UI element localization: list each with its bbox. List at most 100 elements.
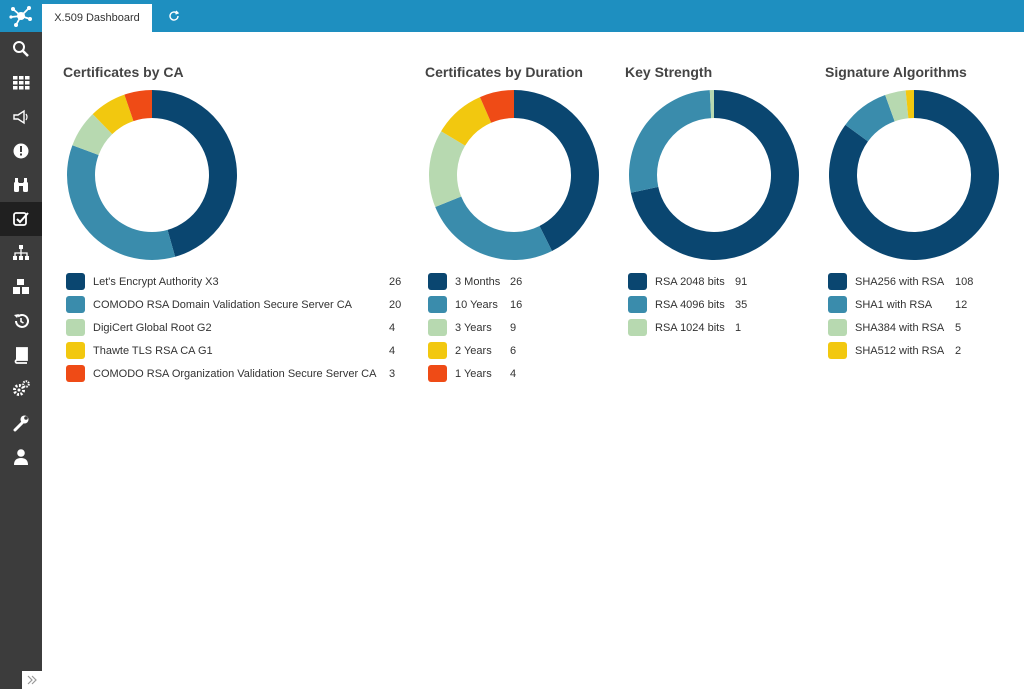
panel-title: Signature Algorithms [825, 64, 967, 80]
tab-x509-dashboard[interactable]: X.509 Dashboard [42, 4, 152, 32]
legend-label: 3 Years [455, 321, 492, 334]
legend-swatch [66, 296, 85, 313]
legend-item[interactable]: 1 Years 4 [428, 362, 528, 385]
sidebar-item-grid[interactable] [0, 66, 42, 100]
legend-item[interactable]: Let's Encrypt Authority X3 26 [66, 270, 401, 293]
legend-item[interactable]: 2 Years 6 [428, 339, 528, 362]
legend-swatch [428, 365, 447, 382]
book-icon [14, 347, 28, 364]
sidebar-item-wrench[interactable] [0, 406, 42, 440]
cubes-icon [13, 279, 29, 294]
history-icon [14, 313, 29, 328]
grid-icon [13, 76, 30, 90]
sidebar-item-sitemap[interactable] [0, 236, 42, 270]
panel-title: Certificates by Duration [425, 64, 583, 80]
chart-legend: 3 Months 26 10 Years 16 3 Years 9 2 Years 6 1 Ye… [428, 270, 528, 385]
sidebar-item-user[interactable] [0, 440, 42, 474]
legend-item[interactable]: SHA512 with RSA 2 [828, 339, 968, 362]
binoculars-icon [14, 178, 28, 192]
sitemap-icon [13, 245, 29, 260]
legend-label: DigiCert Global Root G2 [93, 321, 212, 334]
legend-label: SHA512 with RSA [855, 344, 945, 357]
donut-slice[interactable] [435, 196, 553, 260]
sidebar-item-cogs[interactable] [0, 372, 42, 406]
donut-slice[interactable] [67, 145, 176, 260]
donut-chart [429, 90, 599, 260]
legend-item[interactable]: Thawte TLS RSA CA G1 4 [66, 339, 401, 362]
sidebar-item-megaphone[interactable] [0, 100, 42, 134]
legend-count: 12 [955, 298, 968, 311]
sidebar-nav [0, 32, 42, 474]
legend-label: Thawte TLS RSA CA G1 [93, 344, 213, 357]
legend-item[interactable]: RSA 4096 bits 35 [628, 293, 748, 316]
legend-item[interactable]: SHA256 with RSA 108 [828, 270, 973, 293]
legend-label: RSA 2048 bits [655, 275, 725, 288]
legend-item[interactable]: SHA384 with RSA 5 [828, 316, 968, 339]
legend-swatch [828, 342, 847, 359]
legend-label: RSA 1024 bits [655, 321, 725, 334]
sidebar-item-search[interactable] [0, 32, 42, 66]
donut-slice[interactable] [429, 131, 466, 208]
sidebar-item-history[interactable] [0, 304, 42, 338]
legend-label: COMODO RSA Organization Validation Secur… [93, 367, 377, 380]
sidebar-item-book[interactable] [0, 338, 42, 372]
legend-swatch [428, 296, 447, 313]
panel-certificates-by-ca: Certificates by CA Let's Encrypt Authori… [63, 60, 401, 382]
double-chevron-right-icon [27, 675, 37, 685]
legend-label: 2 Years [455, 344, 492, 357]
legend-swatch [428, 273, 447, 290]
legend-item[interactable]: 3 Months 26 [428, 270, 528, 293]
cogs-icon [13, 380, 30, 396]
legend-item[interactable]: SHA1 with RSA 12 [828, 293, 968, 316]
alert-icon [13, 143, 29, 159]
panel-title: Key Strength [625, 64, 713, 80]
legend-item[interactable]: 3 Years 9 [428, 316, 528, 339]
expand-sidebar-button[interactable] [22, 671, 42, 689]
legend-label: 1 Years [455, 367, 492, 380]
legend-item[interactable]: DigiCert Global Root G2 4 [66, 316, 401, 339]
legend-count: 4 [389, 344, 396, 357]
app-logo[interactable] [0, 0, 42, 32]
donut-chart [67, 90, 237, 260]
sidebar [0, 0, 42, 689]
legend-count: 1 [735, 321, 742, 334]
panel-key-strength: Key Strength RSA 2048 bits 91 RSA 4096 bit… [625, 60, 799, 336]
donut-slice[interactable] [629, 90, 712, 193]
legend-item[interactable]: RSA 2048 bits 91 [628, 270, 748, 293]
legend-label: SHA1 with RSA [855, 298, 933, 311]
sidebar-item-binoculars[interactable] [0, 168, 42, 202]
legend-swatch [66, 365, 85, 382]
legend-swatch [828, 319, 847, 336]
sidebar-item-checkbox[interactable] [0, 202, 42, 236]
donut-chart [829, 90, 999, 260]
legend-swatch [428, 342, 447, 359]
legend-label: COMODO RSA Domain Validation Secure Serv… [93, 298, 352, 311]
refresh-button[interactable] [166, 8, 182, 24]
donut-slice[interactable] [514, 90, 599, 252]
legend-count: 3 [389, 367, 396, 380]
sidebar-item-alert[interactable] [0, 134, 42, 168]
chart-legend: RSA 2048 bits 91 RSA 4096 bits 35 RSA 1024 b… [628, 270, 748, 339]
legend-count: 108 [955, 275, 974, 288]
top-bar: X.509 Dashboard [42, 0, 1024, 32]
chart-legend: SHA256 with RSA 108 SHA1 with RSA 12 SHA384 … [828, 270, 973, 362]
sidebar-item-cubes[interactable] [0, 270, 42, 304]
legend-swatch [828, 273, 847, 290]
legend-item[interactable]: COMODO RSA Domain Validation Secure Serv… [66, 293, 401, 316]
search-icon [13, 41, 29, 57]
legend-item[interactable]: RSA 1024 bits 1 [628, 316, 748, 339]
wrench-icon [13, 415, 29, 432]
legend-count: 4 [510, 367, 517, 380]
legend-count: 26 [510, 275, 523, 288]
panel-title: Certificates by CA [63, 64, 184, 80]
legend-swatch [66, 273, 85, 290]
legend-item[interactable]: COMODO RSA Organization Validation Secur… [66, 362, 401, 385]
legend-count: 91 [735, 275, 748, 288]
tab-label: X.509 Dashboard [54, 12, 140, 24]
user-icon [14, 449, 28, 465]
legend-count: 5 [955, 321, 962, 334]
legend-item[interactable]: 10 Years 16 [428, 293, 528, 316]
refresh-icon [169, 10, 180, 21]
legend-count: 35 [735, 298, 748, 311]
legend-count: 6 [510, 344, 517, 357]
